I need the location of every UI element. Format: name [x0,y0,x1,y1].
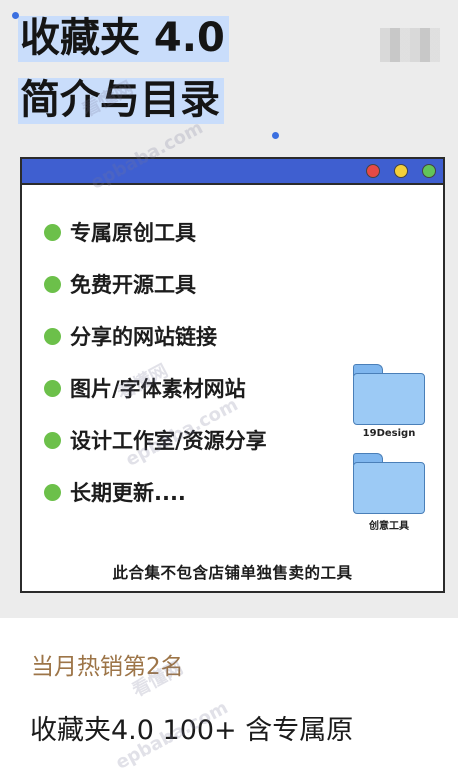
list-item: 长期更新.... [44,466,267,518]
list-item: 设计工作室/资源分享 [44,414,267,466]
feature-list: 专属原创工具 免费开源工具 分享的网站链接 图片/字体素材网站 设计工作室/资源… [44,206,267,518]
list-item: 分享的网站链接 [44,310,267,362]
disclaimer-text: 此合集不包含店铺单独售卖的工具 [112,564,353,582]
bullet-icon [44,327,61,345]
selection-handle [272,132,279,139]
list-item-text: 分享的网站链接 [70,325,217,349]
close-dot-icon [366,164,380,178]
bullet-icon [44,275,61,293]
folder-icon [353,373,425,425]
title-line-2: 简介与目录 [18,78,224,124]
bullet-icon [44,483,61,501]
list-item-text: 免费开源工具 [70,273,196,297]
product-title[interactable]: 收藏夹4.0 100+ 含专属原 [30,708,353,747]
list-item-text: 专属原创工具 [70,221,196,245]
list-item-text: 长期更新.... [70,481,186,505]
folder-icon [353,462,425,514]
maximize-dot-icon [422,164,436,178]
folder-label: 19Design [362,428,416,439]
minimize-dot-icon [394,164,408,178]
product-image-card[interactable]: 收藏夹 4.0 简介与目录 专属原创工具 免费开源工具 分享的网站链接 图片/字… [0,0,458,618]
sales-rank-badge: 当月热销第2名 [31,654,184,680]
title-line-1: 收藏夹 4.0 [18,16,229,62]
selection-handle [12,12,19,19]
bullet-icon [44,431,61,449]
list-item: 专属原创工具 [44,206,267,258]
bullet-icon [44,379,61,397]
list-item-text: 图片/字体素材网站 [70,377,246,401]
mock-window: 专属原创工具 免费开源工具 分享的网站链接 图片/字体素材网站 设计工作室/资源… [20,157,445,593]
list-item-text: 设计工作室/资源分享 [70,429,267,453]
list-item: 免费开源工具 [44,258,267,310]
bullet-icon [44,223,61,241]
window-titlebar [22,159,443,185]
list-item: 图片/字体素材网站 [44,362,267,414]
folder-label: 创意工具 [369,521,409,532]
blurred-logo [380,28,440,62]
